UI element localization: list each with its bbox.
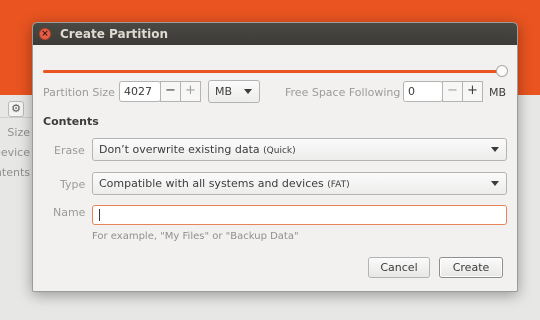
free-space-unit: MB: [489, 86, 507, 99]
text-caret: [99, 209, 100, 221]
close-icon[interactable]: ×: [39, 28, 51, 40]
contents-heading: Contents: [43, 115, 99, 128]
create-partition-dialog: × Create Partition Partition Size 4027 −…: [32, 22, 518, 292]
erase-select-note: (Quick): [263, 146, 296, 156]
free-space-decrement-button[interactable]: −: [442, 81, 463, 102]
erase-label: Erase: [54, 144, 85, 157]
slider-thumb[interactable]: [496, 65, 508, 77]
type-label: Type: [60, 178, 86, 191]
dialog-titlebar: × Create Partition: [33, 23, 517, 45]
free-space-label: Free Space Following: [285, 86, 401, 99]
erase-select[interactable]: Don’t overwrite existing data (Quick): [92, 138, 507, 161]
chevron-down-icon: [491, 147, 499, 152]
type-select-note: (FAT): [327, 180, 350, 190]
bg-label-size: Size: [7, 126, 30, 139]
bg-label-device: Device: [0, 146, 30, 159]
free-space-input[interactable]: 0: [403, 81, 443, 102]
partition-size-slider[interactable]: [43, 70, 501, 73]
name-label: Name: [53, 206, 86, 219]
create-button[interactable]: Create: [439, 257, 503, 278]
partition-size-input[interactable]: 4027: [119, 81, 161, 102]
dialog-title: Create Partition: [60, 27, 168, 41]
bg-label-contents: Contents: [0, 166, 30, 179]
free-space-increment-button[interactable]: +: [462, 81, 483, 102]
unit-select-value: MB: [215, 85, 233, 98]
partition-size-decrement-button[interactable]: −: [160, 81, 181, 102]
chevron-down-icon: [491, 181, 499, 186]
partition-size-label: Partition Size: [43, 86, 115, 99]
type-select[interactable]: Compatible with all systems and devices …: [92, 172, 507, 195]
partition-size-increment-button[interactable]: +: [180, 81, 201, 102]
name-input[interactable]: [92, 205, 507, 225]
name-hint: For example, "My Files" or "Backup Data": [92, 231, 299, 242]
gear-icon[interactable]: ⚙: [8, 101, 24, 117]
erase-select-value: Don’t overwrite existing data: [99, 143, 260, 156]
type-select-value: Compatible with all systems and devices: [99, 177, 324, 190]
chevron-down-icon: [244, 89, 252, 94]
partition-size-unit-select[interactable]: MB: [208, 80, 260, 103]
cancel-button[interactable]: Cancel: [368, 257, 430, 278]
